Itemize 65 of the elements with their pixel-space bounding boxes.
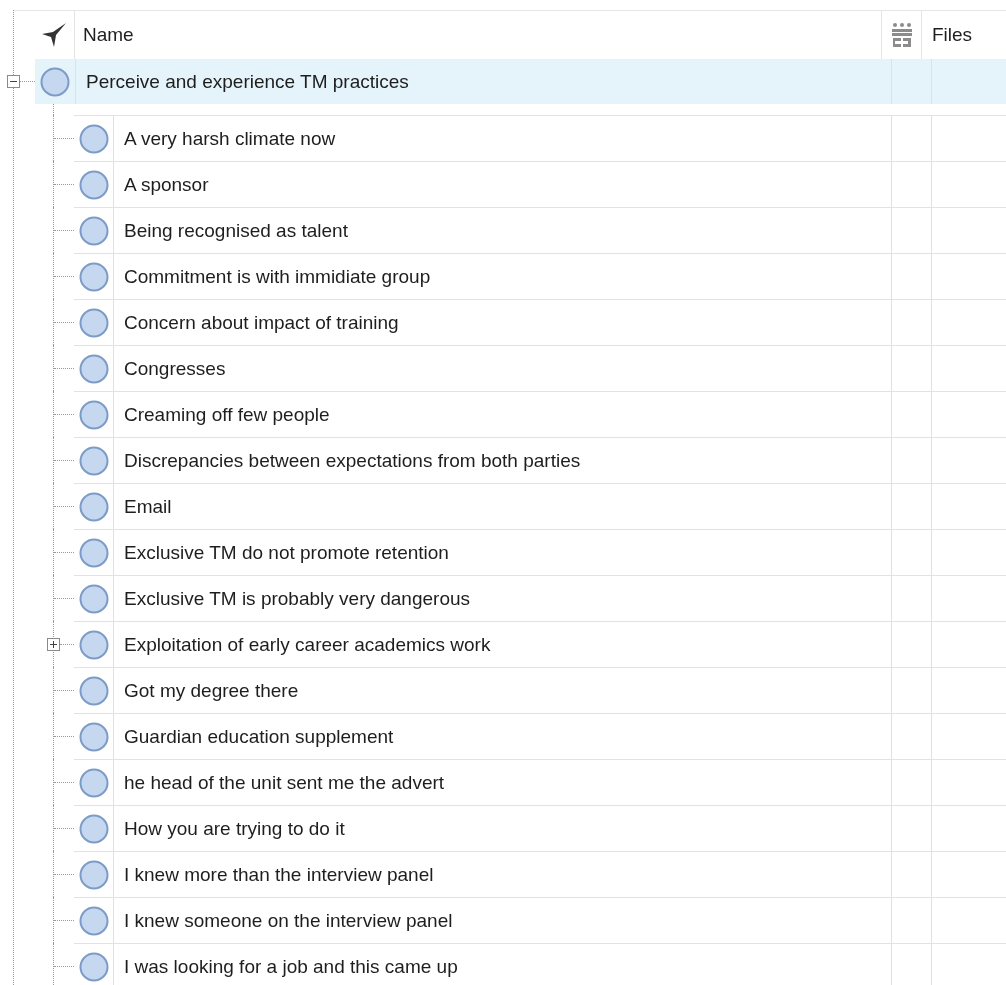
- node-circle-icon: [78, 307, 109, 338]
- node-circle-icon: [78, 721, 109, 752]
- node-label: I was looking for a job and this came up: [124, 955, 458, 978]
- node-label: Exclusive TM is probably very dangerous: [124, 587, 471, 610]
- column-header[interactable]: Name: [83, 24, 134, 46]
- tree-row[interactable]: Creaming off few people: [74, 391, 1006, 437]
- node-label: I knew someone on the interview panel: [124, 909, 453, 932]
- node-circle-icon: [78, 951, 109, 982]
- node-label: Concern about impact of training: [124, 311, 399, 334]
- node-circle-icon: [78, 353, 109, 384]
- node-label: Being recognised as talent: [124, 219, 348, 242]
- tree-row[interactable]: I knew someone on the interview panel: [74, 897, 1006, 943]
- node-label: Exclusive TM do not promote retention: [124, 541, 449, 564]
- tree-row[interactable]: I knew more than the interview panel: [74, 851, 1006, 897]
- node-circle-icon: [78, 445, 109, 476]
- node-circle-icon: [78, 215, 109, 246]
- node-circle-icon: [78, 399, 109, 430]
- node-circle-icon: [78, 583, 109, 614]
- tree-row[interactable]: he head of the unit sent me the advert: [74, 759, 1006, 805]
- tree-row[interactable]: Congresses: [74, 345, 1006, 391]
- node-circle-icon: [78, 537, 109, 568]
- node-label: Discrepancies between expectations from both parties: [124, 449, 581, 472]
- tree-row[interactable]: Exclusive TM do not promote retention: [74, 529, 1006, 575]
- node-label: A very harsh climate now: [124, 127, 336, 150]
- node-label: Commitment is with immidiate group: [124, 265, 431, 288]
- node-label: A sponsor: [124, 173, 209, 196]
- node-label: I knew more than the interview panel: [124, 863, 434, 886]
- tree-row[interactable]: Commitment is with immidiate group: [74, 253, 1006, 299]
- node-label: How you are trying to do it: [124, 817, 345, 840]
- sparkle-icon: [41, 22, 67, 48]
- node-circle-icon: [40, 66, 70, 97]
- expand-toggle[interactable]: [47, 637, 60, 651]
- tree-row[interactable]: A very harsh climate now: [74, 115, 1006, 161]
- tree-row[interactable]: I was looking for a job and this came up: [74, 943, 1006, 985]
- node-label: he head of the unit sent me the advert: [124, 771, 445, 794]
- node-label: Perceive and experience TM practices: [86, 70, 409, 93]
- column-header[interactable]: Files: [932, 24, 973, 46]
- tree-row[interactable]: How you are trying to do it: [74, 805, 1006, 851]
- node-circle-icon: [78, 491, 109, 522]
- tree-row[interactable]: Exclusive TM is probably very dangerous: [74, 575, 1006, 621]
- node-circle-icon: [78, 813, 109, 844]
- tree-row[interactable]: Got my degree there: [74, 667, 1006, 713]
- tree-row[interactable]: A sponsor: [74, 161, 1006, 207]
- node-circle-icon: [78, 261, 109, 292]
- tree-row[interactable]: Perceive and experience TM practices: [35, 59, 1006, 104]
- tree-row[interactable]: Concern about impact of training: [74, 299, 1006, 345]
- tree-row[interactable]: Being recognised as talent: [74, 207, 1006, 253]
- node-circle-icon: [78, 859, 109, 890]
- collapse-toggle[interactable]: [7, 75, 20, 88]
- node-label: Email: [124, 495, 172, 518]
- node-label: Guardian education supplement: [124, 725, 394, 748]
- node-circle-icon: [78, 629, 109, 660]
- node-circle-icon: [78, 169, 109, 200]
- node-circle-icon: [78, 767, 109, 798]
- node-circle-icon: [78, 675, 109, 706]
- node-label: Got my degree there: [124, 679, 299, 702]
- tree-row[interactable]: Email: [74, 483, 1006, 529]
- tree-row[interactable]: Guardian education supplement: [74, 713, 1006, 759]
- node-circle-icon: [78, 123, 109, 154]
- node-label: Congresses: [124, 357, 226, 380]
- tree-row[interactable]: Exploitation of early career academics work: [74, 621, 1006, 667]
- tree-row[interactable]: Discrepancies between expectations from both parties: [74, 437, 1006, 483]
- node-circle-icon: [78, 905, 109, 936]
- node-label: Creaming off few people: [124, 403, 330, 426]
- node-label: Exploitation of early career academics work: [124, 633, 491, 656]
